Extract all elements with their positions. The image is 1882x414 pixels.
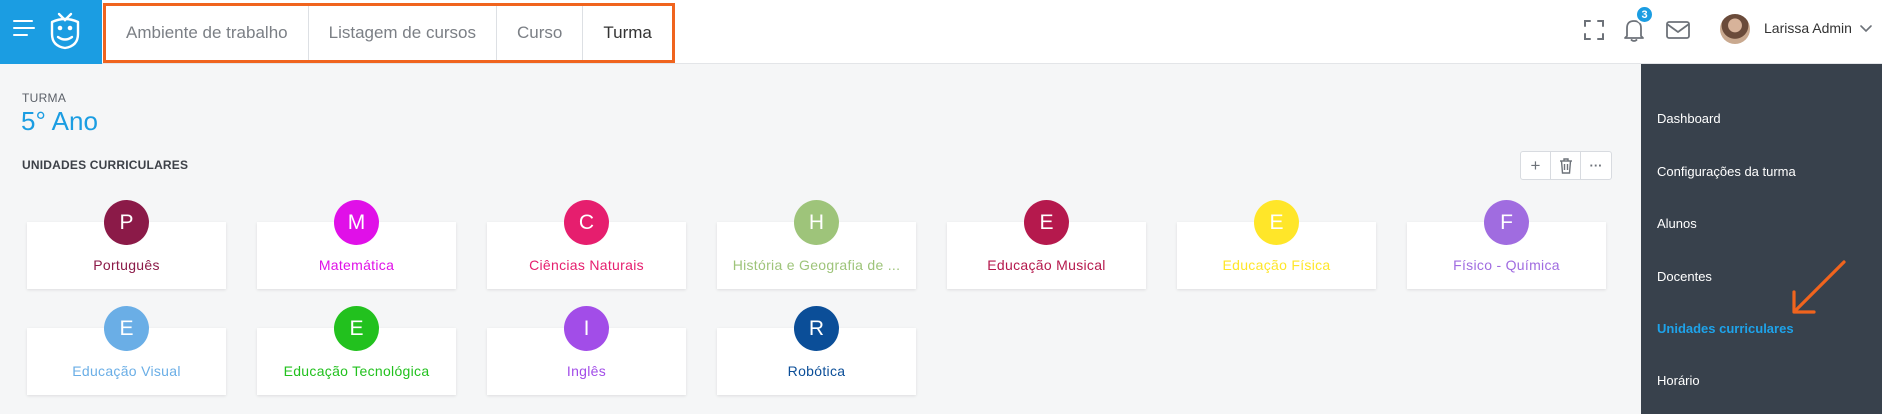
unit-avatar-circle: R <box>794 306 839 351</box>
unit-avatar-circle: E <box>104 306 149 351</box>
unit-name: Ciências Naturais <box>529 257 644 273</box>
notification-count-badge: 3 <box>1635 5 1654 24</box>
unit-card[interactable]: F Físico - Química <box>1407 200 1606 289</box>
sidebar-item-alunos[interactable]: Alunos <box>1657 216 1697 231</box>
mail-envelope-icon[interactable] <box>1662 14 1694 46</box>
add-unit-button[interactable]: + <box>1521 152 1551 179</box>
annotation-arrow-icon <box>1792 260 1846 314</box>
unit-name: Educação Visual <box>72 363 181 379</box>
unit-avatar-circle: M <box>334 200 379 245</box>
delete-unit-button[interactable] <box>1551 152 1581 179</box>
unit-avatar-circle: E <box>1254 200 1299 245</box>
breadcrumb-item-listagem[interactable]: Listagem de cursos <box>309 6 498 60</box>
unit-avatar-circle: F <box>1484 200 1529 245</box>
sidebar-item-configuracoes[interactable]: Configurações da turma <box>1657 164 1796 179</box>
sidebar-item-dashboard[interactable]: Dashboard <box>1657 111 1721 126</box>
sidebar-item-horario[interactable]: Horário <box>1657 373 1700 388</box>
unit-name: Educação Tecnológica <box>283 363 430 379</box>
units-toolbar: + ··· <box>1520 151 1612 180</box>
unit-name: Inglês <box>566 363 607 379</box>
unit-avatar-circle: E <box>334 306 379 351</box>
unit-card[interactable]: E Educação Visual <box>27 306 226 395</box>
sidebar-item-docentes[interactable]: Docentes <box>1657 269 1712 284</box>
fullscreen-icon[interactable] <box>1578 14 1610 46</box>
top-bar: Ambiente de trabalho Listagem de cursos … <box>0 0 1882 64</box>
trash-icon <box>1559 157 1572 174</box>
unit-avatar-circle: C <box>564 200 609 245</box>
breadcrumb-item-curso[interactable]: Curso <box>497 6 584 60</box>
unit-card[interactable]: R Robótica <box>717 306 916 395</box>
chevron-down-icon[interactable] <box>1858 20 1874 36</box>
more-options-button[interactable]: ··· <box>1581 152 1611 179</box>
unit-avatar-circle: E <box>1024 200 1069 245</box>
units-heading: UNIDADES CURRICULARES <box>22 158 189 172</box>
unit-name: História e Geografia de ... <box>732 257 901 273</box>
unit-card[interactable]: P Português <box>27 200 226 289</box>
owl-logo-icon[interactable] <box>48 12 82 50</box>
unit-name: Português <box>93 257 160 273</box>
unit-name: Físico - Química <box>1453 257 1560 273</box>
unit-avatar-circle: I <box>564 306 609 351</box>
unit-card[interactable]: M Matemática <box>257 200 456 289</box>
unit-card[interactable]: E Educação Tecnológica <box>257 306 456 395</box>
section-kicker: TURMA <box>22 91 67 105</box>
notifications-bell-icon[interactable]: 3 <box>1618 5 1654 46</box>
breadcrumb-item-ambiente[interactable]: Ambiente de trabalho <box>106 6 309 60</box>
page-title: 5° Ano <box>21 106 98 136</box>
main-content: TURMA 5° Ano UNIDADES CURRICULARES + ···… <box>0 64 1641 414</box>
unit-card[interactable]: I Inglês <box>487 306 686 395</box>
right-sidebar: Dashboard Configurações da turma Alunos … <box>1641 64 1882 414</box>
breadcrumb: Ambiente de trabalho Listagem de cursos … <box>103 3 675 63</box>
unit-card[interactable]: H História e Geografia de ... <box>717 200 916 289</box>
unit-card[interactable]: E Educação Física <box>1177 200 1376 289</box>
unit-name: Robótica <box>787 363 846 379</box>
hamburger-menu-icon[interactable] <box>13 20 35 38</box>
brand-area <box>0 0 102 64</box>
sidebar-item-unidades[interactable]: Unidades curriculares <box>1657 321 1794 336</box>
user-name[interactable]: Larissa Admin <box>1764 20 1852 36</box>
unit-name: Educação Física <box>1222 257 1331 273</box>
unit-card[interactable]: C Ciências Naturais <box>487 200 686 289</box>
unit-avatar-circle: H <box>794 200 839 245</box>
unit-name: Educação Musical <box>987 257 1106 273</box>
breadcrumb-item-turma[interactable]: Turma <box>583 6 672 60</box>
unit-name: Matemática <box>318 257 395 273</box>
unit-card[interactable]: E Educação Musical <box>947 200 1146 289</box>
user-avatar[interactable] <box>1720 14 1750 44</box>
unit-avatar-circle: P <box>104 200 149 245</box>
